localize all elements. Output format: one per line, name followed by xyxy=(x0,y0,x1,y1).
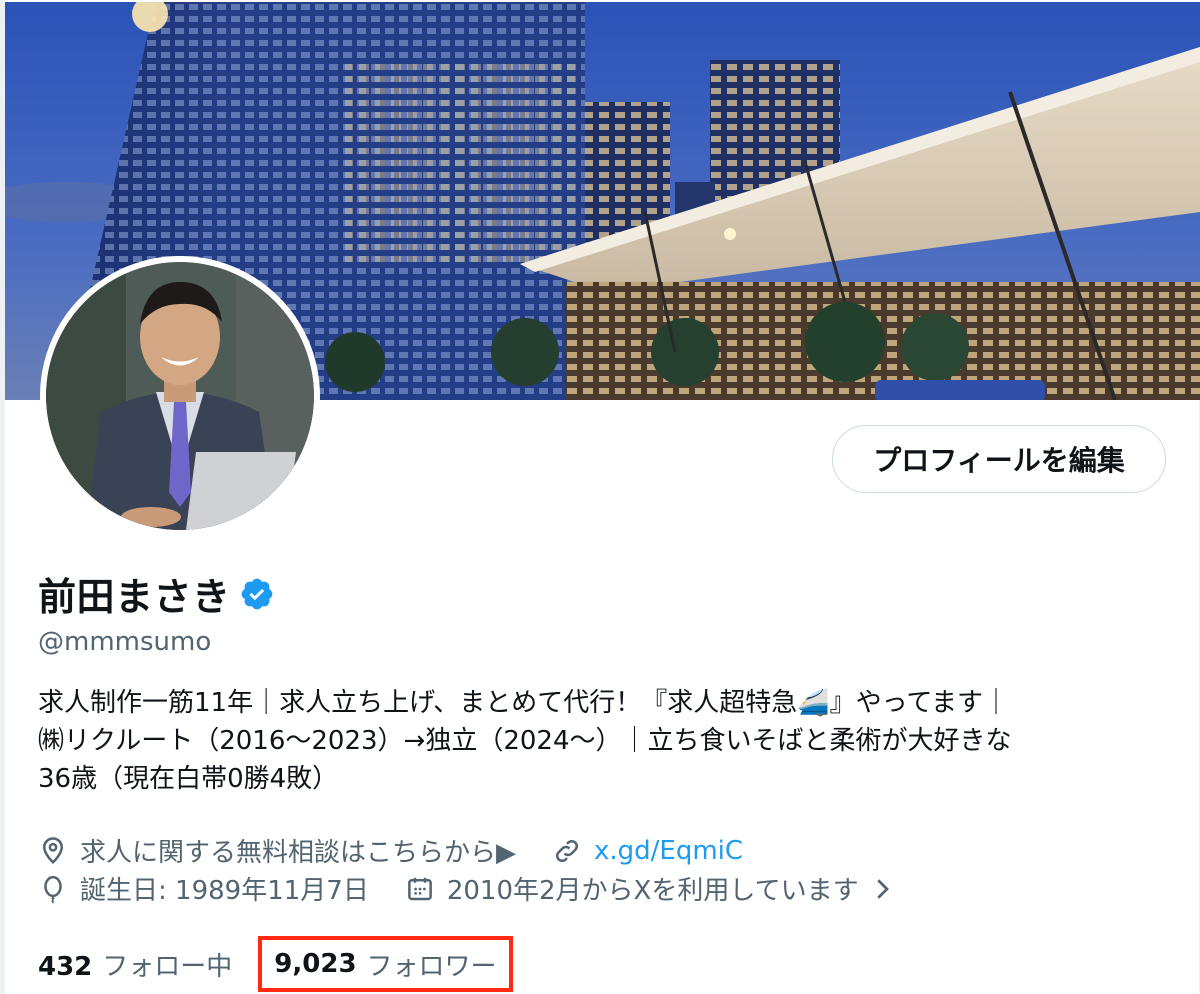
location-text: 求人に関する無料相談はこちらから▶ xyxy=(80,838,516,868)
display-name-row: 前田まさき xyxy=(38,566,275,621)
follow-stats: 432 フォロー中 9,023 フォロワー xyxy=(38,936,513,992)
profile-page: プロフィールを編集 前田まさき @mmmsumo 求人制作一筋11年｜求人立ち上… xyxy=(0,0,1200,994)
followers-count: 9,023 xyxy=(274,949,357,979)
following-label: フォロー中 xyxy=(102,951,233,982)
following-count: 432 xyxy=(38,951,93,982)
avatar-photo xyxy=(46,262,314,530)
profile-bio: 求人制作一筋11年｜求人立ち上げ、まとめて代行！『求人超特急🚄』やってます｜ ㈱… xyxy=(38,684,1168,798)
verified-badge-icon[interactable] xyxy=(239,576,275,612)
followers-label: フォロワー xyxy=(366,951,497,982)
link-icon xyxy=(555,839,579,862)
avatar-portrait-illustration xyxy=(46,262,314,530)
bio-line: ㈱リクルート（2016〜2023）→独立（2024〜）｜立ち食いそばと柔術が大好… xyxy=(38,726,1012,756)
bio-line: 36歳（現在白帯0勝4敗） xyxy=(38,764,339,794)
followers-link[interactable]: 9,023 フォロワー xyxy=(258,936,513,992)
display-name: 前田まさき xyxy=(38,575,231,619)
following-link[interactable]: 432 フォロー中 xyxy=(38,946,232,983)
chevron-right-icon[interactable] xyxy=(867,874,897,904)
user-handle: @mmmsumo xyxy=(38,627,212,657)
profile-website-link[interactable]: x.gd/EqmiC xyxy=(594,836,743,866)
balloon-icon xyxy=(44,875,62,904)
profile-meta-row: 誕生日: 1989年11月7日 2010年2月からXを利用しています xyxy=(38,870,897,907)
calendar-icon xyxy=(407,877,432,900)
edit-profile-button[interactable]: プロフィールを編集 xyxy=(832,425,1166,493)
location-pin-icon xyxy=(42,836,64,864)
birthday-text: 誕生日: 1989年11月7日 xyxy=(80,876,369,906)
bio-line: 求人制作一筋11年｜求人立ち上げ、まとめて代行！『求人超特急🚄』やってます｜ xyxy=(38,688,1010,718)
joined-date-text: 2010年2月からXを利用しています xyxy=(446,876,859,906)
profile-meta-row: 求人に関する無料相談はこちらから▶ x.gd/EqmiC xyxy=(38,832,743,869)
profile-avatar[interactable] xyxy=(40,256,320,536)
